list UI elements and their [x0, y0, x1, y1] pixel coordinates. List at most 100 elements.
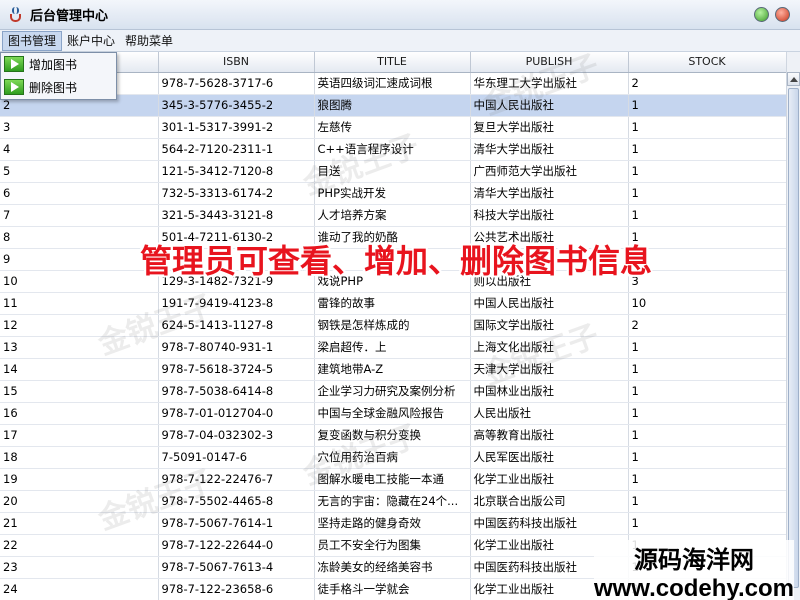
- table-row[interactable]: 17 978-7-04-032302-3 复变函数与积分变换 高等教育出版社 1: [0, 424, 786, 447]
- menu-help[interactable]: 帮助菜单: [120, 31, 178, 51]
- maximize-button[interactable]: [754, 7, 769, 22]
- cell-id[interactable]: 21: [0, 512, 159, 535]
- cell-stock[interactable]: 1: [628, 380, 786, 403]
- scroll-thumb[interactable]: [788, 88, 799, 588]
- cell-stock[interactable]: 2: [628, 72, 786, 95]
- cell-id[interactable]: 16: [0, 402, 159, 425]
- cell-publish[interactable]: 国际文学出版社: [470, 314, 629, 337]
- cell-stock[interactable]: 1: [628, 182, 786, 205]
- table-row[interactable]: 14 978-7-5618-3724-5 建筑地带A-Z 天津大学出版社 1: [0, 358, 786, 381]
- cell-title[interactable]: 钢铁是怎样炼成的: [314, 314, 471, 337]
- cell-stock[interactable]: 1: [628, 336, 786, 359]
- cell-stock[interactable]: 1: [628, 94, 786, 117]
- cell-isbn[interactable]: 978-7-5067-7614-1: [158, 512, 315, 535]
- menu-item-add-book[interactable]: 增加图书: [1, 53, 116, 76]
- cell-stock[interactable]: 1: [628, 402, 786, 425]
- table-row[interactable]: 1978-7-5628-3717-6英语四级词汇速成词根 华东理工大学出版社2: [0, 72, 786, 95]
- cell-title[interactable]: 梁启超传．上: [314, 336, 471, 359]
- cell-publish[interactable]: 华东理工大学出版社: [470, 72, 629, 95]
- table-row[interactable]: 18 7-5091-0147-6 穴位用药治百病 人民军医出版社 1: [0, 446, 786, 469]
- cell-publish[interactable]: 天津大学出版社: [470, 358, 629, 381]
- cell-isbn[interactable]: 978-7-04-032302-3: [158, 424, 315, 447]
- cell-title[interactable]: 雷锋的故事: [314, 292, 471, 315]
- cell-id[interactable]: 13: [0, 336, 159, 359]
- cell-isbn[interactable]: 978-7-5502-4465-8: [158, 490, 315, 513]
- cell-stock[interactable]: 1: [628, 204, 786, 227]
- cell-id[interactable]: 24: [0, 578, 159, 600]
- table-row[interactable]: 6 732-5-3313-6174-2 PHP实战开发 清华大学出版社 1: [0, 182, 786, 205]
- table-row[interactable]: 12 624-5-1413-1127-8 钢铁是怎样炼成的 国际文学出版社 2: [0, 314, 786, 337]
- cell-isbn[interactable]: 978-7-122-22644-0: [158, 534, 315, 557]
- cell-stock[interactable]: 1: [628, 490, 786, 513]
- cell-id[interactable]: 23: [0, 556, 159, 579]
- cell-id[interactable]: 9: [0, 248, 159, 271]
- cell-id[interactable]: 4: [0, 138, 159, 161]
- cell-stock[interactable]: 1: [628, 160, 786, 183]
- cell-id[interactable]: 17: [0, 424, 159, 447]
- menu-book-management[interactable]: 图书管理: [2, 30, 63, 51]
- cell-isbn[interactable]: 978-7-80740-931-1: [158, 336, 315, 359]
- cell-stock[interactable]: 1: [628, 512, 786, 535]
- cell-stock[interactable]: 10: [628, 292, 786, 315]
- cell-publish[interactable]: 清华大学出版社: [470, 182, 629, 205]
- cell-title[interactable]: 员工不安全行为图集: [314, 534, 471, 557]
- close-button[interactable]: [775, 7, 790, 22]
- cell-isbn[interactable]: 301-1-5317-3991-2: [158, 116, 315, 139]
- table-row[interactable]: 21 978-7-5067-7614-1 坚持走路的健身奇效 中国医药科技出版社 1: [0, 512, 786, 535]
- cell-title[interactable]: 英语四级词汇速成词根: [314, 72, 471, 95]
- cell-isbn[interactable]: 345-3-5776-3455-2: [158, 94, 315, 117]
- table-row[interactable]: 20 978-7-5502-4465-8 无言的宇宙：隐藏在24个... 北京联合出版…: [0, 490, 786, 513]
- table-row[interactable]: 3 301-1-5317-3991-2 左慈传 复旦大学出版社 1: [0, 116, 786, 139]
- cell-id[interactable]: 22: [0, 534, 159, 557]
- column-header-publish[interactable]: PUBLISH: [470, 52, 629, 73]
- cell-id[interactable]: 10: [0, 270, 159, 293]
- cell-title[interactable]: 无言的宇宙：隐藏在24个...: [314, 490, 471, 513]
- cell-title[interactable]: 人才培养方案: [314, 204, 471, 227]
- column-header-title[interactable]: TITLE: [314, 52, 471, 73]
- cell-isbn[interactable]: 978-7-5618-3724-5: [158, 358, 315, 381]
- cell-publish[interactable]: 中国医药科技出版社: [470, 512, 629, 535]
- cell-isbn[interactable]: 321-5-3443-3121-8: [158, 204, 315, 227]
- cell-isbn[interactable]: 564-2-7120-2311-1: [158, 138, 315, 161]
- column-header-isbn[interactable]: ISBN: [158, 52, 315, 73]
- cell-id[interactable]: 11: [0, 292, 159, 315]
- table-row[interactable]: 7 321-5-3443-3121-8 人才培养方案 科技大学出版社 1: [0, 204, 786, 227]
- cell-title[interactable]: C++语言程序设计: [314, 138, 471, 161]
- cell-title[interactable]: 冻龄美女的经络美容书: [314, 556, 471, 579]
- cell-id[interactable]: 5: [0, 160, 159, 183]
- cell-isbn[interactable]: 978-7-5628-3717-6: [158, 72, 315, 95]
- cell-publish[interactable]: 清华大学出版社: [470, 138, 629, 161]
- table-row[interactable]: 15 978-7-5038-6414-8 企业学习力研究及案例分析 中国林业出版社 1: [0, 380, 786, 403]
- menu-account-center[interactable]: 账户中心: [62, 31, 120, 51]
- vertical-scrollbar[interactable]: [786, 52, 800, 600]
- cell-publish[interactable]: 人民军医出版社: [470, 446, 629, 469]
- cell-isbn[interactable]: 978-7-122-22476-7: [158, 468, 315, 491]
- cell-isbn[interactable]: 7-5091-0147-6: [158, 446, 315, 469]
- cell-id[interactable]: 15: [0, 380, 159, 403]
- table-row[interactable]: 11 191-7-9419-4123-8 雷锋的故事 中国人民出版社 10: [0, 292, 786, 315]
- cell-title[interactable]: 左慈传: [314, 116, 471, 139]
- scroll-up-arrow-icon[interactable]: [787, 72, 800, 86]
- cell-id[interactable]: 19: [0, 468, 159, 491]
- cell-stock[interactable]: 1: [628, 424, 786, 447]
- cell-stock[interactable]: 2: [628, 314, 786, 337]
- cell-title[interactable]: 目送: [314, 160, 471, 183]
- cell-isbn[interactable]: 978-7-122-23658-6: [158, 578, 315, 600]
- cell-publish[interactable]: 北京联合出版公司: [470, 490, 629, 513]
- cell-isbn[interactable]: 732-5-3313-6174-2: [158, 182, 315, 205]
- cell-stock[interactable]: 1: [628, 138, 786, 161]
- cell-stock[interactable]: 1: [628, 468, 786, 491]
- cell-isbn[interactable]: 978-7-5038-6414-8: [158, 380, 315, 403]
- cell-publish[interactable]: 广西师范大学出版社: [470, 160, 629, 183]
- cell-id[interactable]: 7: [0, 204, 159, 227]
- cell-isbn[interactable]: 121-5-3412-7120-8: [158, 160, 315, 183]
- cell-id[interactable]: 14: [0, 358, 159, 381]
- cell-id[interactable]: 8: [0, 226, 159, 249]
- cell-publish[interactable]: 中国人民出版社: [470, 94, 629, 117]
- cell-publish[interactable]: 化学工业出版社: [470, 468, 629, 491]
- cell-publish[interactable]: 人民出版社: [470, 402, 629, 425]
- cell-isbn[interactable]: 624-5-1413-1127-8: [158, 314, 315, 337]
- cell-publish[interactable]: 科技大学出版社: [470, 204, 629, 227]
- cell-title[interactable]: 坚持走路的健身奇效: [314, 512, 471, 535]
- table-row[interactable]: 2 345-3-5776-3455-2 狼图腾 中国人民出版社 1: [0, 94, 786, 117]
